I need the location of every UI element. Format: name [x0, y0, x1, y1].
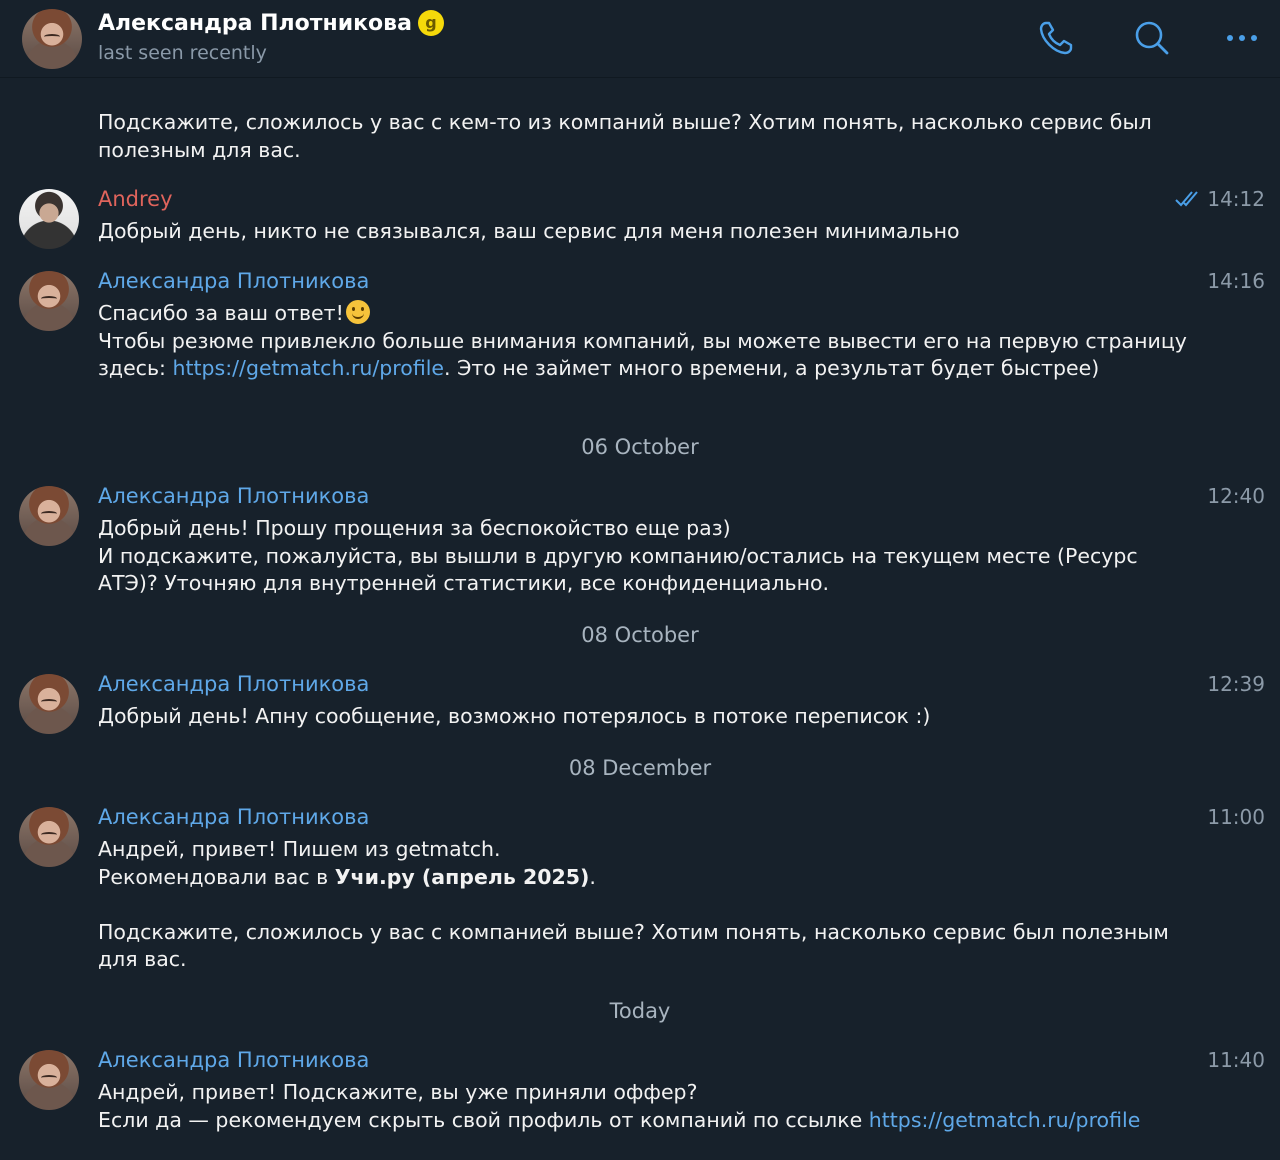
date-separator: 08 December [568, 756, 712, 780]
message-line: . Это не займет много времени, а результ… [444, 356, 1100, 380]
message-line: Андрей, привет! Подскажите, вы уже приня… [98, 1080, 698, 1104]
contact-avatar[interactable] [22, 9, 82, 69]
sender-avatar[interactable] [19, 486, 79, 546]
contact-name[interactable]: Александра Плотникова [98, 11, 412, 36]
date-separator: 08 October [581, 623, 699, 647]
contact-status: last seen recently [98, 42, 267, 64]
date-separator: Today [609, 999, 671, 1023]
message-text: Добрый день! Апну сообщение, возможно по… [98, 704, 931, 728]
chat-header: Александра Плотникова g last seen recent… [0, 0, 1280, 78]
message-text: Добрый день, никто не связывался, ваш се… [98, 219, 960, 243]
sender-name[interactable]: Александра Плотникова [98, 672, 369, 696]
message-text: Подскажите, сложилось у вас с кем-то из … [98, 110, 1159, 162]
message-time: 12:39 [1207, 672, 1265, 696]
getmatch-badge-icon: g [417, 10, 444, 36]
call-button[interactable] [1034, 16, 1078, 60]
message-time: 11:00 [1207, 805, 1265, 829]
sender-avatar[interactable] [19, 271, 79, 331]
message-text: Андрей, привет! Пишем из getmatch. Реком… [98, 836, 1188, 974]
sender-avatar[interactable] [19, 807, 79, 867]
sender-name[interactable]: Александра Плотникова [98, 484, 369, 508]
contact-name-row[interactable]: Александра Плотникова g [98, 10, 444, 36]
message-line: Рекомендовали вас в [98, 864, 335, 889]
profile-link[interactable]: https://getmatch.ru/profile [869, 1108, 1141, 1132]
sender-name[interactable]: Александра Плотникова [98, 269, 369, 293]
message-meta: 14:12 [1175, 187, 1265, 211]
message-list[interactable]: Подскажите, сложилось у вас с кем-то из … [0, 78, 1280, 1160]
more-button[interactable] [1220, 16, 1264, 60]
message-time: 12:40 [1207, 484, 1265, 508]
double-check-icon [1175, 191, 1199, 207]
message-line: Спасибо за ваш ответ! [98, 301, 344, 325]
message-line: . [589, 864, 596, 889]
sender-avatar[interactable] [19, 1050, 79, 1110]
more-icon [1227, 35, 1257, 41]
message-line: Андрей, привет! Пишем из getmatch. [98, 837, 501, 861]
sender-name[interactable]: Andrey [98, 187, 173, 211]
sender-avatar[interactable] [19, 674, 79, 734]
date-separator: 06 October [581, 435, 699, 459]
message-line: Подскажите, сложилось у вас с компанией … [98, 919, 1176, 972]
message-time: 11:40 [1207, 1048, 1265, 1072]
search-button[interactable] [1130, 16, 1174, 60]
message-text: Спасибо за ваш ответ! Чтобы резюме привл… [98, 300, 1188, 383]
message-time: 14:16 [1207, 269, 1265, 293]
sender-avatar[interactable] [19, 189, 79, 249]
sender-name[interactable]: Александра Плотникова [98, 805, 369, 829]
message-line: Если да — рекомендуем скрыть свой профил… [98, 1107, 869, 1132]
message-time: 14:12 [1207, 187, 1265, 211]
phone-icon [1039, 21, 1073, 55]
message-text: Андрей, привет! Подскажите, вы уже приня… [98, 1079, 1188, 1134]
smile-emoji-icon [345, 300, 370, 324]
profile-link[interactable]: https://getmatch.ru/profile [172, 356, 444, 380]
company-name: Учи.ру (апрель 2025) [334, 864, 590, 889]
message-text: Добрый день! Прошу прощения за беспокойс… [98, 516, 1138, 595]
search-icon [1135, 21, 1169, 55]
sender-name[interactable]: Александра Плотникова [98, 1048, 369, 1072]
